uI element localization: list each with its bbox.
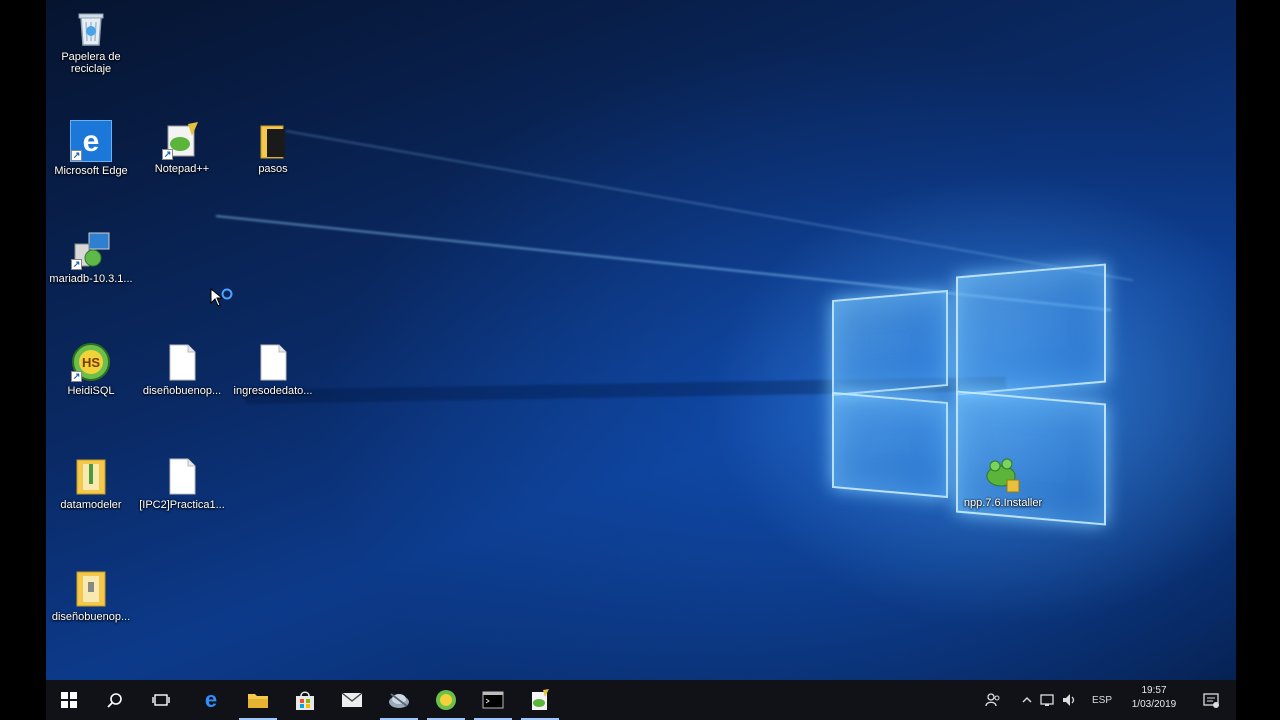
svg-text:HS: HS — [82, 355, 100, 370]
svg-text:e: e — [205, 689, 217, 711]
logo-pane — [832, 289, 948, 397]
tray-network-button[interactable] — [1038, 680, 1058, 720]
heidisql-icon: HS ↗ — [71, 342, 111, 382]
shortcut-arrow-icon: ↗ — [162, 149, 173, 160]
volume-icon — [1063, 694, 1075, 706]
logo-pane — [956, 263, 1106, 396]
chevron-up-icon — [1022, 697, 1032, 703]
shortcut-arrow-icon: ↗ — [71, 259, 82, 270]
taskbar-heidisql[interactable] — [423, 680, 469, 720]
tray-clock[interactable]: 19:57 1/03/2019 — [1122, 684, 1186, 712]
search-icon — [107, 693, 122, 708]
desktop-icon-disenobuenop-zip[interactable]: diseñobuenop... — [48, 568, 134, 623]
start-button[interactable] — [46, 680, 92, 720]
file-icon — [162, 342, 202, 382]
notepad-plus-plus-icon: ↗ — [162, 120, 202, 160]
language-indicator: ESP — [1091, 694, 1112, 706]
recycle-bin-icon — [71, 8, 111, 48]
shortcut-arrow-icon: ↗ — [71, 371, 82, 382]
desktop[interactable]: Papelera de reciclaje e ↗ Microsoft Edge… — [46, 0, 1236, 720]
network-icon — [1040, 694, 1054, 706]
taskbar: e ESP 19:57 1/03/2019 — [46, 680, 1236, 720]
file-icon — [253, 342, 293, 382]
heidisql-icon — [436, 690, 456, 710]
task-view-icon — [152, 694, 170, 706]
zip-folder-icon — [71, 456, 111, 496]
taskbar-terminal[interactable] — [470, 680, 516, 720]
folder-icon — [248, 694, 268, 708]
notifications-icon — [1203, 693, 1219, 708]
tray-action-center-button[interactable] — [1196, 680, 1226, 720]
taskbar-notepadpp[interactable] — [517, 680, 563, 720]
desktop-icon-datamodeler[interactable]: datamodeler — [48, 456, 134, 511]
desktop-icon-recycle-bin[interactable]: Papelera de reciclaje — [48, 8, 134, 75]
taskbar-mail[interactable] — [329, 680, 375, 720]
mail-icon — [341, 692, 363, 707]
desktop-icon-ipc2-practica-file[interactable]: [IPC2]Practica1... — [139, 456, 225, 511]
desktop-icon-mariadb-installer[interactable]: ↗ mariadb-10.3.1... — [48, 230, 134, 285]
desktop-icon-ingresodedatos-file[interactable]: ingresodedato... — [230, 342, 316, 397]
desktop-icon-pasos[interactable]: pasos — [230, 120, 316, 175]
tray-volume-button[interactable] — [1060, 680, 1080, 720]
taskbar-file-explorer[interactable] — [235, 680, 281, 720]
notepad-plus-plus-icon — [532, 689, 549, 710]
network-app-icon — [389, 693, 409, 708]
folder-icon — [253, 120, 293, 160]
edge-icon: e ↗ — [70, 120, 112, 162]
desktop-icon-microsoft-edge[interactable]: e ↗ Microsoft Edge — [48, 120, 134, 177]
windows-start-icon — [61, 692, 77, 708]
taskbar-app-7[interactable] — [376, 680, 422, 720]
desktop-icon-disenobuenop-file[interactable]: diseñobuenop... — [139, 342, 225, 397]
clock-time: 19:57 — [1141, 685, 1167, 696]
store-bag-icon — [296, 691, 314, 710]
npp-installer-icon — [983, 454, 1023, 494]
tray-people-button[interactable] — [980, 680, 1006, 720]
task-view-button[interactable] — [138, 680, 184, 720]
edge-icon: e — [205, 689, 217, 711]
file-icon — [162, 456, 202, 496]
shortcut-arrow-icon: ↗ — [71, 150, 82, 161]
desktop-icon-notepad-plus-plus[interactable]: ↗ Notepad++ — [139, 120, 225, 175]
mouse-cursor-busy-icon — [210, 287, 234, 315]
tray-language-button[interactable]: ESP — [1086, 680, 1118, 720]
clock-date: 1/03/2019 — [1131, 699, 1177, 710]
terminal-icon — [482, 691, 504, 709]
zip-folder-icon — [71, 568, 111, 608]
people-icon — [985, 693, 1000, 707]
svg-text:e: e — [83, 125, 100, 158]
taskbar-store[interactable] — [282, 680, 328, 720]
logo-pane — [832, 391, 948, 499]
taskbar-edge[interactable]: e — [188, 680, 234, 720]
installer-icon: ↗ — [71, 230, 111, 270]
tray-show-hidden-button[interactable] — [1018, 680, 1036, 720]
desktop-icon-npp-installer[interactable]: npp.7.6.Installer — [960, 454, 1046, 509]
search-button[interactable] — [92, 680, 138, 720]
desktop-icon-heidisql[interactable]: HS ↗ HeidiSQL — [48, 342, 134, 397]
